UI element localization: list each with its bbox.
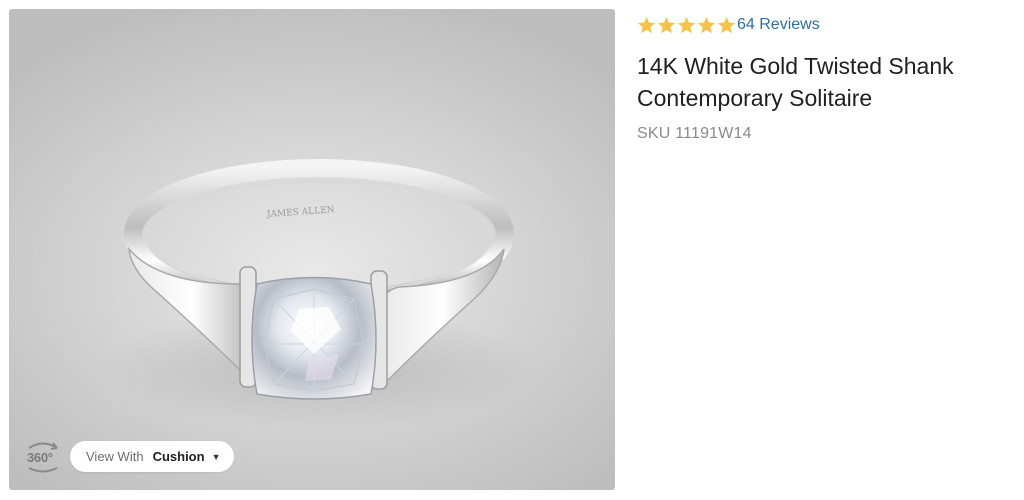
product-info: 64 Reviews 14K White Gold Twisted Shank … — [637, 10, 1007, 143]
star-icon — [717, 16, 736, 33]
reviews-link[interactable]: 64 Reviews — [737, 16, 820, 34]
star-rating — [637, 16, 736, 35]
product-title: 14K White Gold Twisted Shank Contemporar… — [637, 53, 954, 111]
rotate-360-label: 360° — [27, 450, 53, 465]
rotate-360-button[interactable]: 360° — [23, 439, 63, 475]
rating-row: 64 Reviews — [637, 10, 1007, 40]
view-with-label: View With — [86, 449, 144, 464]
star-icon — [677, 16, 696, 33]
ring-image: JAMES ALLEN — [99, 159, 539, 429]
caret-down-icon: ▼ — [211, 451, 221, 462]
star-icon — [697, 16, 716, 33]
svg-text:JAMES ALLEN: JAMES ALLEN — [266, 205, 335, 220]
star-icon — [637, 16, 656, 33]
product-image-viewer[interactable]: JAMES ALLEN 360° View With Cushion ▼ — [9, 9, 615, 490]
view-with-shape-dropdown[interactable]: View With Cushion ▼ — [70, 441, 235, 472]
product-sku: SKU 11191W14 — [637, 125, 752, 142]
product-page: JAMES ALLEN 360° View With Cushion ▼ 64 … — [0, 0, 1024, 500]
star-icon — [657, 16, 676, 33]
selected-shape-value: Cushion — [152, 449, 205, 464]
